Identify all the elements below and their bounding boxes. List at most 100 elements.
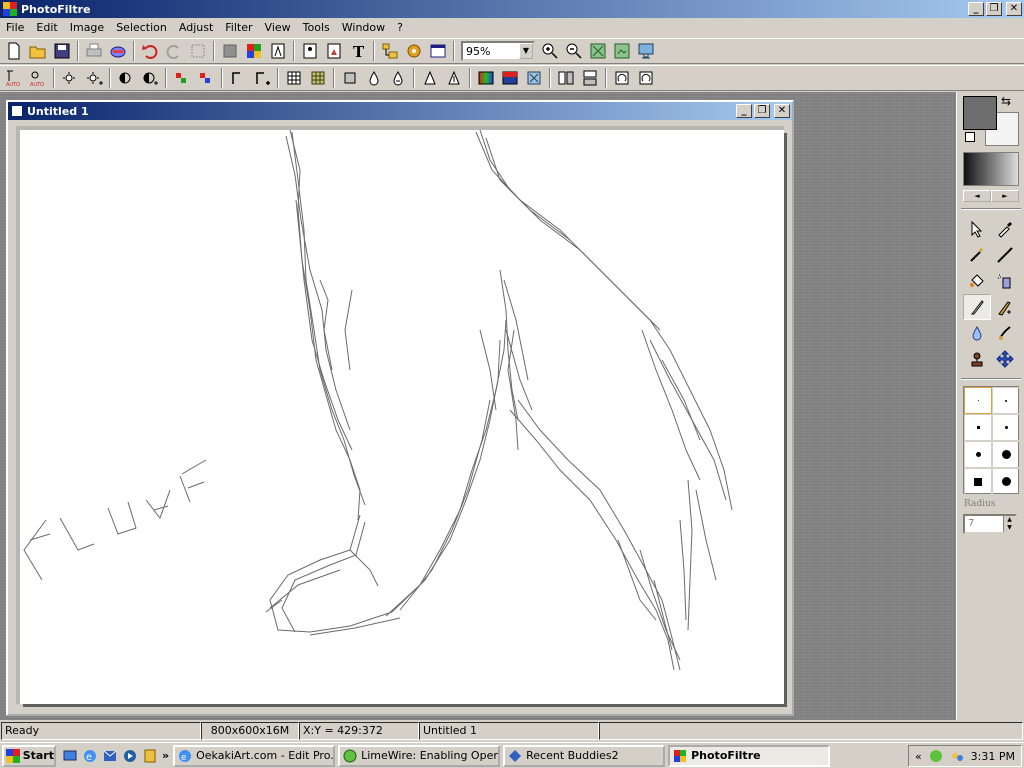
media-icon[interactable] [142,748,158,764]
stamp-tool-icon[interactable] [963,346,991,372]
text-icon[interactable]: T [346,40,370,62]
module-icon[interactable] [426,40,450,62]
app-title-bar[interactable]: PhotoFiltre _ ❐ ✕ [0,0,1024,18]
menu-file[interactable]: File [0,21,30,34]
flip-horizontal-icon[interactable] [554,67,578,89]
brightness-plus-icon[interactable] [82,67,106,89]
brush-square-shape[interactable] [964,468,992,495]
save-icon[interactable] [50,40,74,62]
noise-icon[interactable] [442,67,466,89]
gradient-fill-icon[interactable] [498,67,522,89]
saturation-minus-icon[interactable] [170,67,194,89]
internet-explorer-icon[interactable]: e [82,748,98,764]
brush-size-5[interactable] [964,441,992,468]
crop-icon[interactable] [186,40,210,62]
flip-vertical-icon[interactable] [578,67,602,89]
reset-colors-icon[interactable] [965,132,975,142]
full-screen-icon[interactable] [634,40,658,62]
menu-edit[interactable]: Edit [30,21,63,34]
drawing-canvas[interactable] [20,129,784,704]
open-folder-icon[interactable] [26,40,50,62]
restore-button[interactable]: ❐ [986,2,1002,16]
brush-tool-icon[interactable] [963,294,991,320]
automatic-icon[interactable] [266,40,290,62]
bucket-tool-icon[interactable] [963,268,991,294]
zoom-in-icon[interactable] [538,40,562,62]
menu-selection[interactable]: Selection [110,21,173,34]
doc-minimize-button[interactable]: _ [736,104,752,118]
task-limewire[interactable]: LimeWire: Enabling Open... [338,744,501,767]
brush-size-4[interactable] [992,414,1020,441]
brush-size-3[interactable] [964,414,992,441]
colors-icon[interactable] [242,40,266,62]
document-title-bar[interactable]: Untitled 1 _ ❐ ✕ [8,102,792,120]
task-oekakiart[interactable]: e OekakiArt.com - Edit Pro... [173,744,336,767]
gradient-left-button[interactable]: ◄ [963,190,991,202]
new-file-icon[interactable] [2,40,26,62]
menu-tools[interactable]: Tools [297,21,336,34]
brush-size-2[interactable] [992,387,1020,414]
menu-help[interactable]: ? [391,21,409,34]
brush-round-shape[interactable] [992,468,1020,495]
swap-colors-icon[interactable]: ⇆ [1001,94,1011,108]
contrast-plus-icon[interactable] [138,67,162,89]
radius-input[interactable]: 7 ▲ ▼ [963,514,1017,534]
explorer-icon[interactable] [378,40,402,62]
doc-restore-button[interactable]: ❐ [754,104,770,118]
auto-levels-icon[interactable]: AUTO [2,67,26,89]
rotate-left-icon[interactable] [610,67,634,89]
network-icon[interactable] [929,749,943,763]
spray-tool-icon[interactable] [991,268,1019,294]
chevron-down-icon[interactable]: ▼ [519,43,533,59]
task-recent-buddies[interactable]: Recent Buddies2 [503,744,666,767]
gamma-plus-icon[interactable] [250,67,274,89]
volume-icon[interactable] [950,749,964,763]
plugin-icon[interactable] [402,40,426,62]
magic-wand-tool-icon[interactable] [963,242,991,268]
scan-icon[interactable] [106,40,130,62]
desktop-icon[interactable] [62,748,78,764]
smudge-tool-icon[interactable] [991,320,1019,346]
grid-light-icon[interactable] [306,67,330,89]
menu-window[interactable]: Window [336,21,391,34]
print-icon[interactable] [82,40,106,62]
blur-tool-icon[interactable] [963,320,991,346]
soften-icon[interactable] [418,67,442,89]
contrast-minus-icon[interactable] [114,67,138,89]
emboss-icon[interactable] [338,67,362,89]
rainbow-icon[interactable] [474,67,498,89]
batch-icon[interactable] [298,40,322,62]
line-tool-icon[interactable] [991,242,1019,268]
rotate-right-icon[interactable] [634,67,658,89]
fit-window-icon[interactable] [586,40,610,62]
blur-icon[interactable] [362,67,386,89]
gradient-preview[interactable] [963,152,1019,186]
zoom-dropdown[interactable]: 95% ▼ [461,41,535,61]
foreground-color-swatch[interactable] [963,96,997,130]
gradient-right-button[interactable]: ► [991,190,1019,202]
close-button[interactable]: ✕ [1006,2,1022,16]
menu-view[interactable]: View [259,21,297,34]
undo-icon[interactable] [138,40,162,62]
eyedropper-tool-icon[interactable] [991,216,1019,242]
zoom-out-icon[interactable] [562,40,586,62]
minimize-button[interactable]: _ [968,2,984,16]
advanced-brush-tool-icon[interactable] [991,294,1019,320]
tray-expand-arrow[interactable]: « [915,750,922,763]
sharpen-icon[interactable] [386,67,410,89]
menu-image[interactable]: Image [64,21,110,34]
redo-icon[interactable] [162,40,186,62]
move-tool-icon[interactable] [991,346,1019,372]
task-photofiltre[interactable]: PhotoFiltre [668,744,831,767]
brightness-minus-icon[interactable] [58,67,82,89]
actual-size-icon[interactable] [610,40,634,62]
brush-size-1[interactable] [964,387,992,414]
selection-tool-icon[interactable] [963,216,991,242]
radius-spinner[interactable]: ▲ ▼ [1003,516,1015,532]
outlook-icon[interactable] [102,748,118,764]
gamma-minus-icon[interactable] [226,67,250,89]
quick-launch-overflow[interactable]: » [162,749,169,762]
outline-icon[interactable] [522,67,546,89]
doc-close-button[interactable]: ✕ [774,104,790,118]
grid-dark-icon[interactable] [282,67,306,89]
